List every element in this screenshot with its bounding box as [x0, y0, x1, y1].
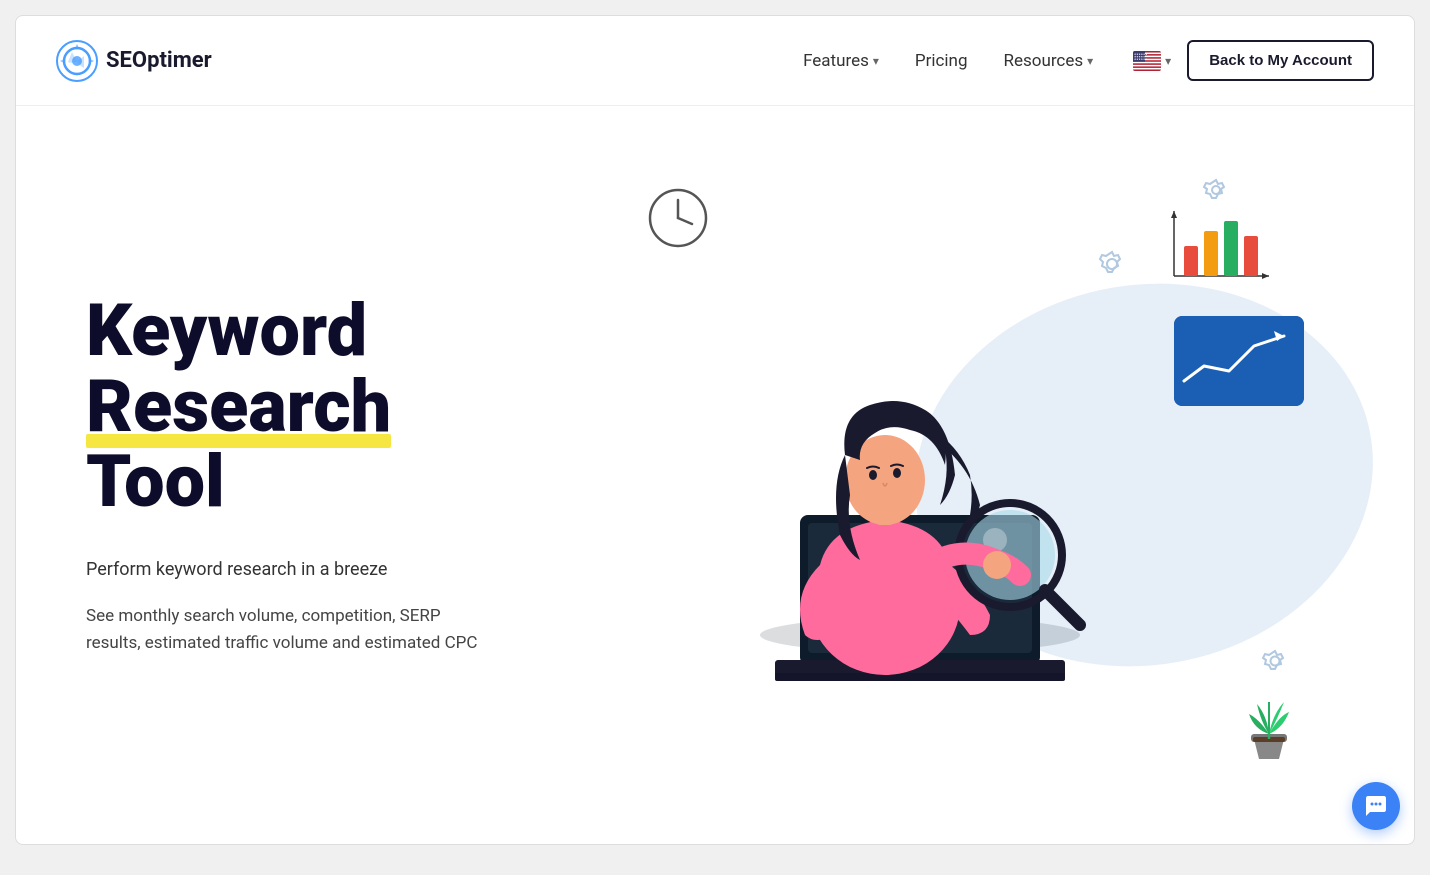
hero-section: Keyword Research Tool Perform keyword re… — [16, 106, 1414, 844]
chat-button[interactable] — [1352, 782, 1400, 830]
us-flag-icon: ★★★★★★ ★★★★★ ★★★★★★ — [1133, 51, 1161, 71]
hero-title-highlighted: Research — [86, 369, 391, 445]
nav-pricing[interactable]: Pricing — [915, 51, 968, 71]
plant-icon — [1239, 684, 1299, 764]
nav-links: Features ▾ Pricing Resources ▾ — [803, 51, 1093, 71]
gear-icon-3 — [1256, 646, 1294, 684]
growth-card — [1174, 316, 1304, 406]
hero-subtitle: Perform keyword research in a breeze — [86, 556, 566, 583]
logo-icon — [56, 40, 98, 82]
features-chevron-icon: ▾ — [873, 54, 879, 68]
language-selector[interactable]: ★★★★★★ ★★★★★ ★★★★★★ ▾ — [1133, 51, 1171, 71]
nav-features[interactable]: Features ▾ — [803, 51, 879, 71]
hero-illustration — [566, 146, 1354, 804]
logo-link[interactable]: SEOptimer — [56, 40, 212, 82]
nav-resources[interactable]: Resources ▾ — [1004, 51, 1094, 71]
chat-icon — [1364, 794, 1388, 818]
nav-actions: ★★★★★★ ★★★★★ ★★★★★★ ▾ Back to My Account — [1133, 40, 1374, 81]
clock-icon — [646, 186, 710, 250]
svg-text:★★★★★★: ★★★★★★ — [1134, 57, 1148, 61]
main-illustration — [690, 265, 1190, 685]
logo-text: SEOptimer — [106, 48, 212, 73]
back-to-account-button[interactable]: Back to My Account — [1187, 40, 1374, 81]
browser-frame: SEOptimer Features ▾ Pricing Resources ▾ — [15, 15, 1415, 845]
navbar: SEOptimer Features ▾ Pricing Resources ▾ — [16, 16, 1414, 106]
hero-content: Keyword Research Tool Perform keyword re… — [86, 293, 566, 657]
hero-title: Keyword Research Tool — [86, 293, 566, 520]
language-chevron-icon: ▾ — [1165, 54, 1171, 68]
resources-chevron-icon: ▾ — [1087, 54, 1093, 68]
hero-description: See monthly search volume, competition, … — [86, 603, 486, 657]
